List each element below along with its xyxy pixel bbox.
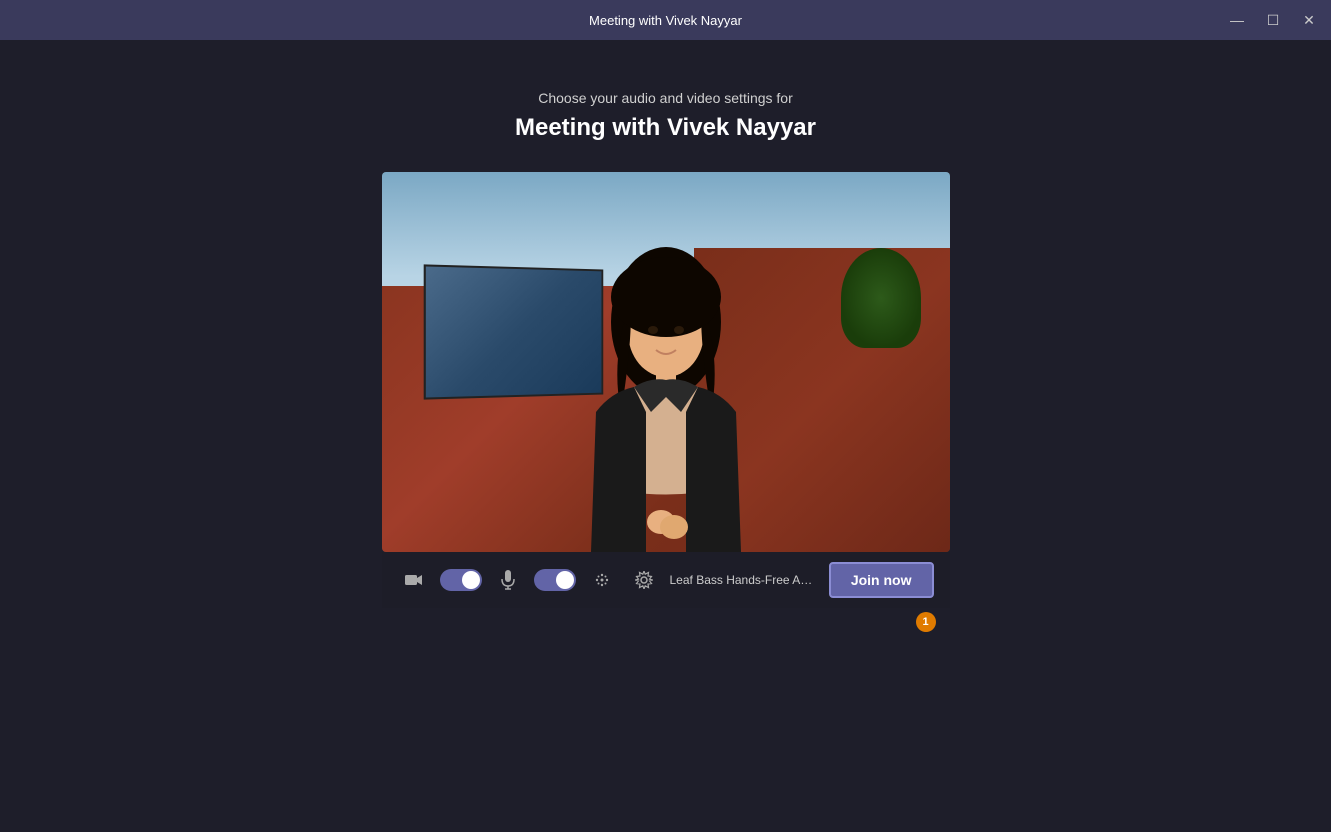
- close-button[interactable]: ✕: [1299, 10, 1319, 30]
- settings-subtitle: Choose your audio and video settings for: [538, 90, 793, 106]
- join-now-button[interactable]: Join now: [829, 562, 934, 598]
- toggle-knob-mic: [556, 571, 574, 589]
- video-preview: [382, 172, 950, 552]
- microphone-icon: [492, 564, 524, 596]
- badge-row: 1: [382, 612, 950, 632]
- settings-icon[interactable]: [628, 564, 660, 596]
- main-content: Choose your audio and video settings for…: [0, 40, 1331, 832]
- controls-bar: Leaf Bass Hands-Free AG Au... Join now: [382, 552, 950, 608]
- video-toggle[interactable]: [440, 569, 482, 591]
- controls-wrapper: Leaf Bass Hands-Free AG Au... Join now 1: [382, 552, 950, 632]
- titlebar-controls: — ☐ ✕: [1227, 10, 1319, 30]
- effects-icon[interactable]: [586, 564, 618, 596]
- maximize-button[interactable]: ☐: [1263, 10, 1283, 30]
- toggle-knob-video: [462, 571, 480, 589]
- video-background: [382, 172, 950, 552]
- camera-icon: [398, 564, 430, 596]
- titlebar-title: Meeting with Vivek Nayyar: [589, 13, 742, 28]
- person-figure: [556, 212, 776, 552]
- meeting-title: Meeting with Vivek Nayyar: [515, 114, 816, 142]
- titlebar: Meeting with Vivek Nayyar — ☐ ✕: [0, 0, 1331, 40]
- microphone-toggle[interactable]: [534, 569, 576, 591]
- tree-layer: [841, 248, 921, 348]
- minimize-button[interactable]: —: [1227, 10, 1247, 30]
- device-label: Leaf Bass Hands-Free AG Au...: [670, 573, 819, 587]
- notification-badge: 1: [916, 612, 936, 632]
